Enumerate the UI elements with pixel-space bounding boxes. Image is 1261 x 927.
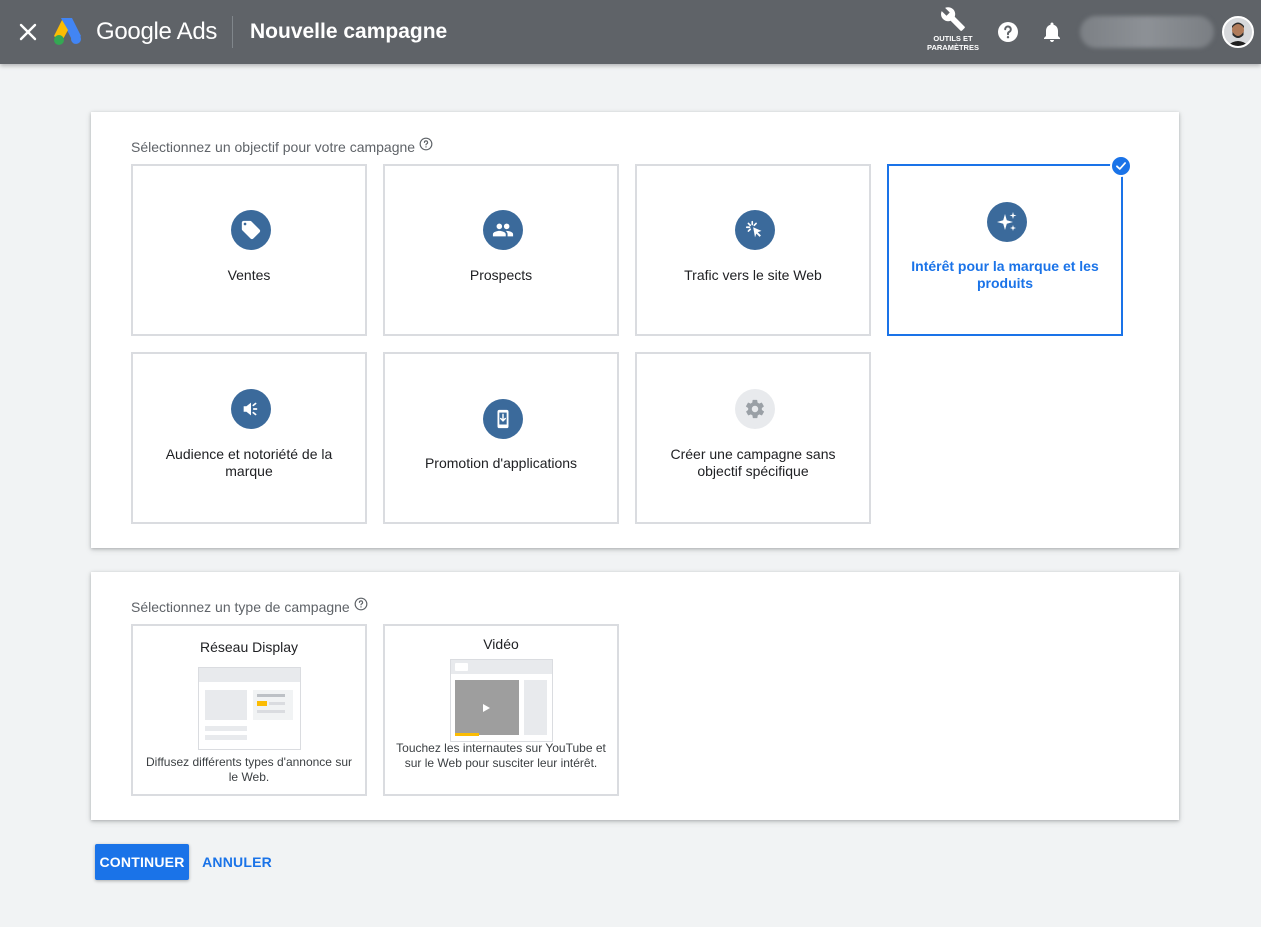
objective-label: Audience et notoriété de la marque: [165, 446, 333, 479]
google-ads-logo: [52, 16, 84, 46]
campaign-type-video[interactable]: Vidéo Touchez les internautes sur YouTub…: [383, 624, 619, 796]
selected-check-icon: [1110, 155, 1132, 177]
objective-label: Intérêt pour la marque et les produits: [911, 258, 1099, 291]
campaign-type-card: Sélectionnez un type de campagne Réseau …: [91, 572, 1179, 820]
tools-settings-button[interactable]: OUTILS ET PARAMÈTRES: [922, 6, 984, 56]
campaign-type-name: Réseau Display: [199, 639, 299, 655]
display-illustration: [198, 667, 301, 750]
top-app-bar: Google Ads Nouvelle campagne OUTILS ET P…: [0, 0, 1261, 64]
close-icon[interactable]: [16, 20, 40, 44]
objective-card: Sélectionnez un objectif pour votre camp…: [91, 112, 1179, 548]
objective-ventes[interactable]: Ventes: [131, 164, 367, 336]
account-info-blurred[interactable]: [1080, 16, 1214, 48]
help-outline-icon[interactable]: [419, 137, 433, 154]
page-title: Nouvelle campagne: [250, 20, 448, 43]
megaphone-icon: [231, 389, 271, 429]
wrench-icon: [941, 7, 965, 31]
phone-download-icon: [483, 399, 523, 439]
header-divider: [232, 16, 233, 48]
campaign-type-description: Touchez les internautes sur YouTube et s…: [396, 741, 606, 770]
avatar[interactable]: [1222, 16, 1254, 48]
cancel-button[interactable]: ANNULER: [200, 844, 274, 880]
sparkle-icon: [987, 202, 1027, 242]
objective-prospects[interactable]: Prospects: [383, 164, 619, 336]
tag-icon: [231, 210, 271, 250]
objective-heading: Sélectionnez un objectif pour votre camp…: [131, 137, 433, 155]
brand-name: Google Ads: [96, 18, 218, 45]
campaign-type-name: Vidéo: [483, 636, 519, 652]
continue-button[interactable]: CONTINUER: [95, 844, 189, 880]
objective-trafic-site-web[interactable]: Trafic vers le site Web: [635, 164, 871, 336]
objective-heading-text: Sélectionnez un objectif pour votre camp…: [131, 139, 416, 155]
people-icon: [483, 210, 523, 250]
objective-interet-marque-produits[interactable]: Intérêt pour la marque et les produits: [887, 164, 1123, 336]
objective-promotion-applications[interactable]: Promotion d'applications: [383, 352, 619, 524]
objective-label: Trafic vers le site Web: [684, 267, 822, 283]
campaign-type-description: Diffusez différents types d'annonce sur …: [146, 755, 352, 784]
objective-label: Ventes: [227, 267, 271, 283]
tools-label: OUTILS ET PARAMÈTRES: [927, 34, 979, 52]
campaign-type-heading: Sélectionnez un type de campagne: [131, 597, 368, 615]
gear-icon: [735, 389, 775, 429]
objective-label: Créer une campagne sans objectif spécifi…: [670, 446, 836, 479]
help-outline-icon[interactable]: [354, 597, 368, 614]
help-icon[interactable]: [996, 20, 1020, 44]
cursor-click-icon: [735, 210, 775, 250]
video-illustration: [450, 659, 553, 742]
bell-icon[interactable]: [1040, 20, 1064, 44]
objective-label: Promotion d'applications: [424, 455, 578, 471]
objective-sans-objectif[interactable]: Créer une campagne sans objectif spécifi…: [635, 352, 871, 524]
objective-label: Prospects: [469, 267, 533, 283]
campaign-type-display[interactable]: Réseau Display Diffusez différents types…: [131, 624, 367, 796]
campaign-type-heading-text: Sélectionnez un type de campagne: [131, 599, 350, 615]
objective-audience-notoriete[interactable]: Audience et notoriété de la marque: [131, 352, 367, 524]
